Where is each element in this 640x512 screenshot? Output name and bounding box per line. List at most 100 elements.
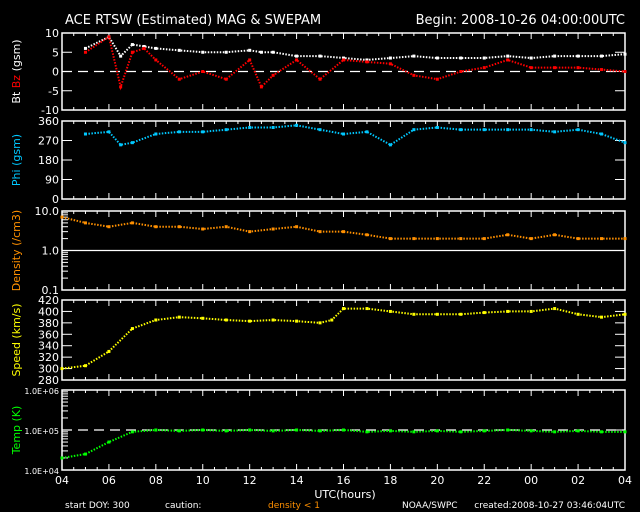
y-axis-label: Density (/cm3) [10,210,23,291]
data-point-bt [388,56,392,60]
y-tick-label: 360 [38,115,59,128]
data-point-speed [529,309,533,313]
data-point-speed [271,318,275,322]
data-point-speed [388,309,392,313]
data-point-speed [435,312,439,316]
data-point-speed [107,349,111,353]
data-point-speed [623,312,627,316]
data-point-density [459,237,463,241]
data-point-bz [342,58,345,62]
data-point-temp [342,428,345,432]
data-point-phi [482,128,486,132]
data-point-density [342,230,345,234]
data-point-density [83,221,87,225]
data-point-phi [388,143,392,147]
series-line-density [61,216,625,240]
data-point-speed [154,318,158,322]
data-point-phi [459,128,463,132]
data-point-bz [83,50,87,54]
data-point-phi [435,126,439,129]
panel-1: 360270180900Phi (gsm) [10,115,627,206]
data-point-speed [459,312,463,316]
data-point-speed [60,367,64,371]
data-point-bt [435,56,439,60]
start-doy: start DOY: 300 [65,501,130,511]
data-point-bz [600,68,604,72]
data-point-temp [60,456,64,460]
data-point-density [177,225,181,229]
data-point-density [623,237,627,241]
data-point-bt [529,56,533,60]
x-tick-label: 12 [243,474,257,487]
caution-note: density < 1 [268,501,320,511]
y-tick-label: 1.0E+06 [24,387,59,396]
data-point-phi [224,128,228,132]
data-point-speed [553,307,557,311]
y-tick-label: 1.0 [42,245,60,258]
data-point-bz [388,62,392,66]
y-tick-label: 280 [38,374,59,387]
chart-title: ACE RTSW (Estimated) MAG & SWEPAM [65,13,321,28]
data-point-bt [576,54,580,58]
y-tick-label: 10 [45,27,59,40]
series-line-bt [85,35,626,61]
data-point-bz [459,70,463,73]
x-tick-label: 18 [383,474,397,487]
data-point-phi [271,126,275,129]
panel-0: 1050-5-10Bt Bz (gsm) [10,27,627,117]
series-line-temp [61,428,625,459]
data-point-temp [388,429,392,433]
data-point-temp [318,429,322,433]
data-point-bt [119,54,123,58]
data-point-temp [130,430,134,434]
data-point-bz [412,73,416,77]
data-point-temp [506,428,510,432]
data-point-bz [154,58,158,62]
data-point-bz [177,77,181,81]
data-point-density [107,225,111,229]
data-point-temp [295,428,299,432]
data-point-density [224,225,228,229]
data-point-bz [271,73,275,77]
data-point-bt [318,54,322,58]
data-point-phi [248,126,252,129]
data-point-temp [201,428,205,432]
data-point-phi [107,130,111,134]
data-point-temp [83,452,87,456]
created-time: created:2008-10-27 03:46:04UTC [474,501,625,511]
data-point-bt [295,54,299,58]
data-point-density [412,237,416,241]
data-point-speed [295,319,299,323]
agency: NOAA/SWPC [402,501,458,511]
data-point-density [482,237,486,241]
data-point-bt [506,54,510,58]
data-point-bz [248,58,252,62]
data-point-bt [224,50,228,54]
data-point-density [318,230,322,234]
data-point-bt [83,46,87,50]
data-point-bz [365,60,369,64]
data-point-bt [553,54,557,58]
data-point-bt [259,50,263,54]
data-point-phi [529,128,533,132]
data-point-density [248,230,252,234]
x-tick-label: 20 [430,474,444,487]
data-point-phi [623,141,627,145]
y-axis-label: Speed (km/s) [10,303,23,376]
data-point-bz [435,77,439,81]
data-point-density [553,233,557,237]
data-point-speed [130,327,134,331]
data-point-temp [177,429,181,433]
data-point-density [506,233,510,237]
data-point-phi [295,123,299,127]
data-point-density [295,225,299,229]
panel-3: 420400380360340320300280Speed (km/s) [10,294,627,387]
y-tick-label: 10.0 [35,205,60,218]
data-point-density [435,237,439,241]
data-point-density [600,237,604,241]
data-point-bz [295,58,299,62]
data-point-phi [130,141,134,145]
y-axis-label: Bt Bz (gsm) [10,39,23,103]
y-tick-label: 5 [52,46,59,59]
data-point-temp [576,429,580,433]
